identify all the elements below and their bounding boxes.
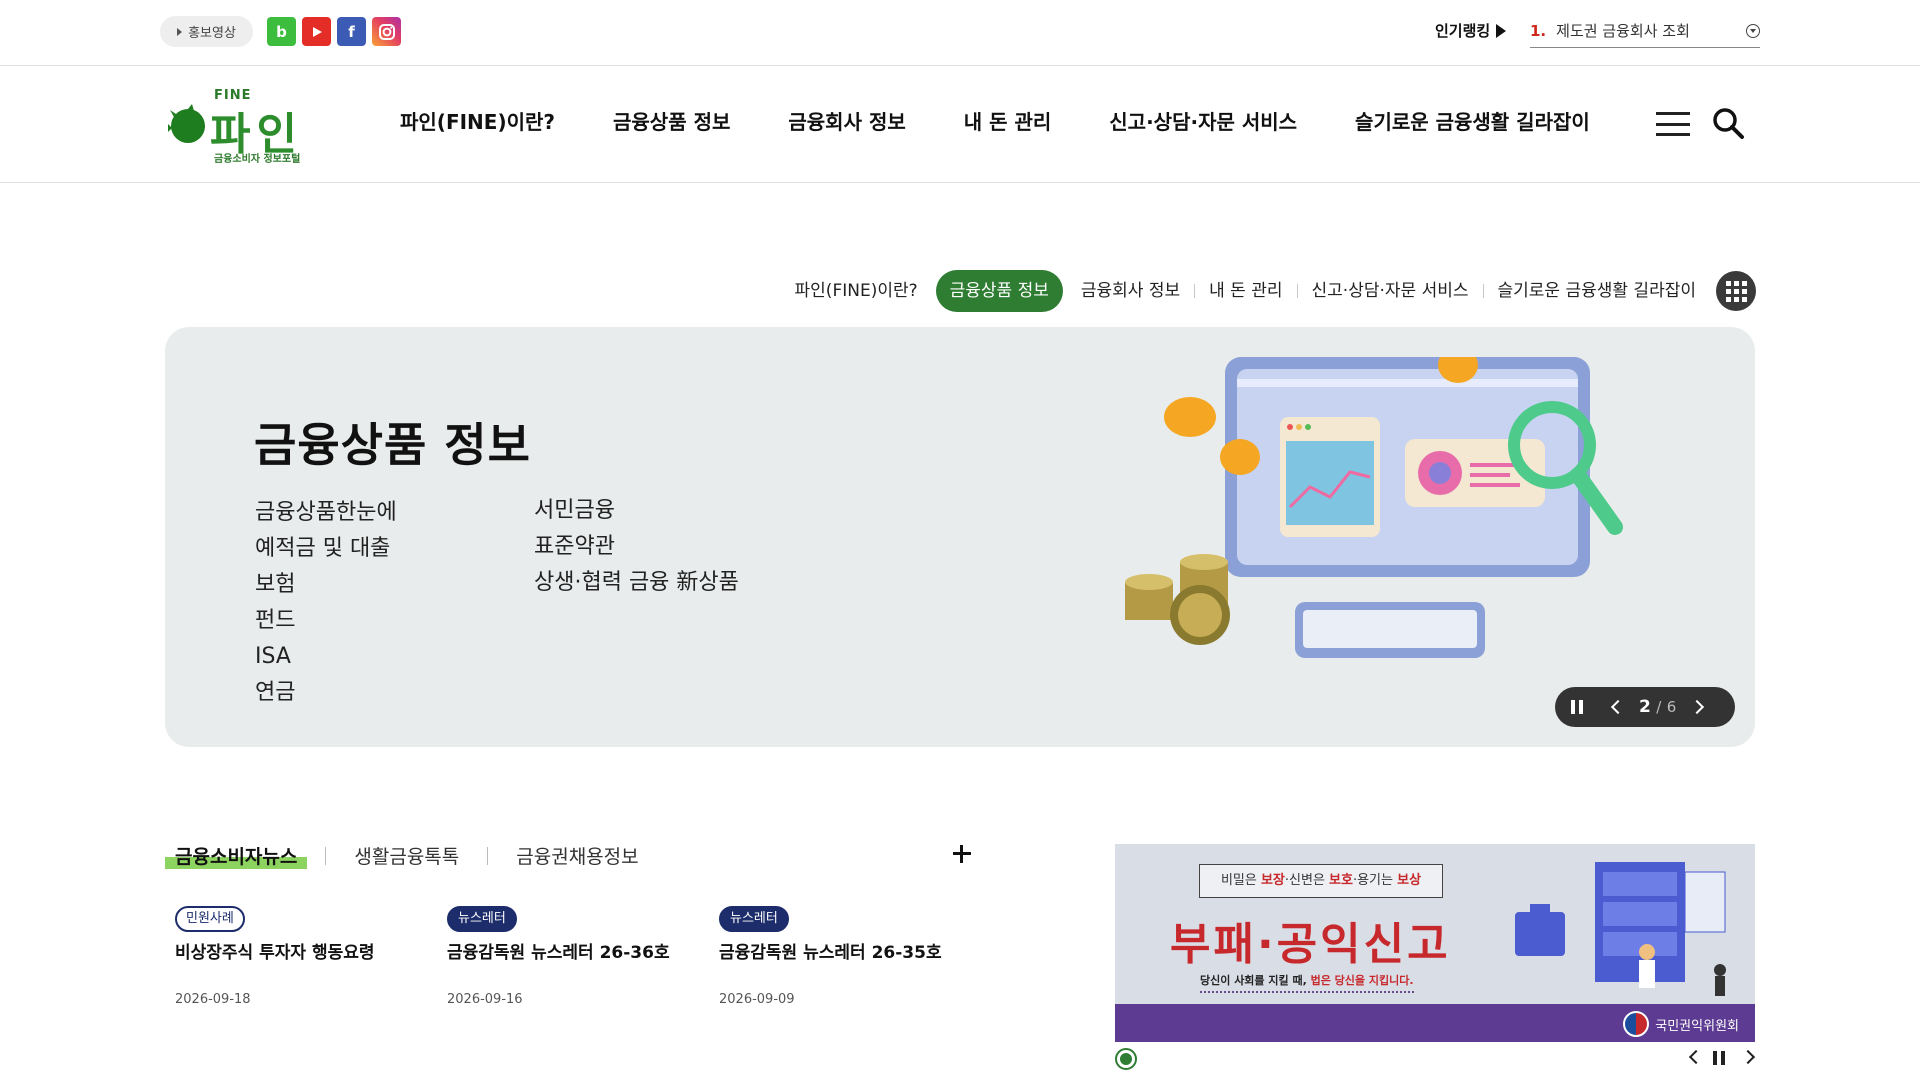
category-tabs: 파인(FINE)이란? 금융상품 정보 금융회사 정보 내 돈 관리 신고·상담… bbox=[781, 270, 1756, 312]
banner-controls bbox=[1115, 1046, 1756, 1070]
news-item[interactable]: 민원사례 비상장주식 투자자 행동요령 2026-09-18 bbox=[175, 906, 425, 1007]
news-title[interactable]: 금융감독원 뉴스레터 26-35호 bbox=[719, 938, 969, 963]
divider bbox=[325, 846, 327, 865]
hero-link[interactable]: 표준약관 bbox=[534, 529, 739, 565]
popular-ranking-ticker[interactable]: 1. 제도권 금융회사 조회 bbox=[1530, 14, 1760, 48]
slide-separator: / bbox=[1656, 698, 1662, 716]
nav-item-about-fine[interactable]: 파인(FINE)이란? bbox=[400, 106, 555, 135]
news-date: 2026-09-09 bbox=[719, 992, 795, 1007]
tab-consumer-news[interactable]: 금융소비자뉴스 bbox=[165, 842, 308, 869]
youtube-icon[interactable] bbox=[302, 17, 331, 46]
chevron-down-icon[interactable] bbox=[1746, 24, 1760, 38]
chevron-right-icon[interactable] bbox=[1690, 699, 1705, 715]
logo-mark-icon bbox=[168, 104, 205, 143]
hero-link[interactable]: 보험 bbox=[255, 567, 397, 603]
hero-links-col1: 금융상품한눈에 예적금 및 대출 보험 펀드 ISA 연금 bbox=[255, 495, 397, 711]
hero-link[interactable]: ISA bbox=[255, 639, 397, 675]
tab-about-fine[interactable]: 파인(FINE)이란? bbox=[781, 270, 932, 312]
banner-subtext: 당신이 사회를 지킬 때, 법은 당신을 지킵니다. bbox=[1200, 972, 1414, 993]
tab-financial-life-guide[interactable]: 슬기로운 금융생활 길라잡이 bbox=[1484, 270, 1711, 312]
quote-text: 비밀은 bbox=[1220, 873, 1261, 888]
nav-item-financial-products[interactable]: 금융상품 정보 bbox=[613, 106, 730, 135]
category-badge: 뉴스레터 bbox=[447, 906, 517, 932]
popular-ranking-label: 인기랭킹 bbox=[1435, 20, 1507, 41]
computer-coins-illustration bbox=[1125, 357, 1623, 658]
slide-current: 2 bbox=[1639, 697, 1651, 717]
news-item[interactable]: 뉴스레터 금융감독원 뉴스레터 26-35호 2026-09-09 bbox=[719, 906, 969, 1007]
government-emblem-icon bbox=[1623, 1011, 1650, 1037]
nav-item-report-consult[interactable]: 신고·상담·자문 서비스 bbox=[1109, 106, 1297, 135]
pause-icon[interactable] bbox=[1571, 700, 1583, 714]
subtext-part: 당신이 사회를 지킬 때, bbox=[1200, 974, 1311, 987]
tab-finance-jobs[interactable]: 금융권채용정보 bbox=[506, 842, 648, 869]
grid-menu-icon[interactable] bbox=[1716, 271, 1756, 311]
subtext-highlight: 법은 당신을 지킵니다. bbox=[1310, 974, 1414, 987]
banner-org: 국민권익위원회 bbox=[1623, 1011, 1739, 1037]
promo-video-label: 홍보영상 bbox=[188, 26, 236, 41]
news-tabs: 금융소비자뉴스 생활금융톡톡 금융권채용정보 bbox=[165, 842, 649, 869]
hero-banner: 금융상품 정보 금융상품한눈에 예적금 및 대출 보험 펀드 ISA 연금 서민… bbox=[165, 327, 1755, 747]
nav-item-my-money[interactable]: 내 돈 관리 bbox=[964, 106, 1052, 135]
global-nav: 파인(FINE)이란? 금융상품 정보 금융회사 정보 내 돈 관리 신고·상담… bbox=[400, 106, 1590, 135]
ranking-number: 1. bbox=[1530, 21, 1547, 40]
hero-link[interactable]: 서민금융 bbox=[534, 493, 739, 529]
main-header: FINE 파인 금융소비자 정보포털 파인(FINE)이란? 금융상품 정보 금… bbox=[0, 66, 1920, 183]
ranking-text[interactable]: 제도권 금융회사 조회 bbox=[1556, 20, 1690, 41]
hero-link[interactable]: 예적금 및 대출 bbox=[255, 531, 397, 567]
category-badge: 뉴스레터 bbox=[719, 906, 789, 932]
banner-dot-indicator[interactable] bbox=[1115, 1048, 1137, 1070]
search-icon[interactable] bbox=[1711, 106, 1745, 140]
site-logo[interactable]: FINE 파인 금융소비자 정보포털 bbox=[168, 88, 316, 165]
slide-total: 6 bbox=[1666, 698, 1677, 716]
plus-icon[interactable] bbox=[953, 845, 971, 863]
banner-headline: 부패·공익신고 bbox=[1170, 919, 1451, 970]
divider bbox=[487, 846, 489, 865]
tab-life-finance-talk[interactable]: 생활금융톡톡 bbox=[344, 842, 469, 869]
news-date: 2026-09-16 bbox=[447, 992, 523, 1007]
news-title[interactable]: 비상장주식 투자자 행동요령 bbox=[175, 938, 425, 963]
quote-text: ·신변은 bbox=[1284, 873, 1330, 888]
play-triangle-icon bbox=[1496, 23, 1507, 38]
pause-icon[interactable] bbox=[1713, 1051, 1725, 1065]
logo-subtitle: 금융소비자 정보포털 bbox=[214, 154, 301, 165]
org-name: 국민권익위원회 bbox=[1655, 1018, 1739, 1034]
slide-pager: 2 / 6 bbox=[1639, 697, 1676, 717]
hero-link[interactable]: 상생·협력 금융 新상품 bbox=[534, 565, 739, 601]
ranking-label-text: 인기랭킹 bbox=[1435, 22, 1491, 40]
chevron-left-icon[interactable] bbox=[1688, 1049, 1704, 1065]
news-title[interactable]: 금융감독원 뉴스레터 26-36호 bbox=[447, 938, 697, 963]
tab-my-money[interactable]: 내 돈 관리 bbox=[1195, 270, 1296, 312]
promo-video-button[interactable]: 홍보영상 bbox=[160, 16, 253, 47]
facebook-icon[interactable]: f bbox=[337, 17, 366, 46]
anti-corruption-banner[interactable]: 비밀은 보장·신변은 보호·용기는 보상 부패·공익신고 당신이 사회를 지킬 … bbox=[1115, 844, 1755, 1042]
tab-report-consult[interactable]: 신고·상담·자문 서비스 bbox=[1298, 270, 1483, 312]
hero-slide-controls: 2 / 6 bbox=[1555, 687, 1735, 727]
quote-text: ·용기는 bbox=[1352, 873, 1398, 888]
hero-title: 금융상품 정보 bbox=[254, 418, 531, 472]
quote-highlight: 보장 bbox=[1260, 873, 1285, 888]
play-triangle-icon bbox=[177, 27, 183, 36]
tab-financial-products[interactable]: 금융상품 정보 bbox=[935, 270, 1063, 312]
filing-cabinet-illustration bbox=[1515, 862, 1726, 996]
chevron-right-icon[interactable] bbox=[1740, 1049, 1756, 1065]
news-date: 2026-09-18 bbox=[175, 992, 251, 1007]
nav-item-financial-companies[interactable]: 금융회사 정보 bbox=[788, 106, 905, 135]
news-item[interactable]: 뉴스레터 금융감독원 뉴스레터 26-36호 2026-09-16 bbox=[447, 906, 697, 1007]
quote-highlight: 보호 bbox=[1329, 873, 1353, 888]
hero-links-col2: 서민금융 표준약관 상생·협력 금융 新상품 bbox=[534, 493, 739, 601]
blog-icon[interactable]: b bbox=[267, 17, 296, 46]
hero-link[interactable]: 펀드 bbox=[255, 603, 397, 639]
tab-financial-companies[interactable]: 금융회사 정보 bbox=[1067, 270, 1194, 312]
instagram-icon[interactable] bbox=[372, 17, 401, 46]
hero-link[interactable]: 연금 bbox=[255, 675, 397, 711]
nav-item-financial-life-guide[interactable]: 슬기로운 금융생활 길라잡이 bbox=[1355, 106, 1590, 135]
menu-icon[interactable] bbox=[1656, 112, 1690, 136]
quote-highlight: 보상 bbox=[1397, 873, 1422, 888]
utility-bar: 홍보영상 b f 인기랭킹 1. 제도권 금융회사 조회 bbox=[0, 0, 1920, 66]
hero-link[interactable]: 금융상품한눈에 bbox=[255, 495, 397, 531]
chevron-left-icon[interactable] bbox=[1610, 699, 1626, 715]
category-badge: 민원사례 bbox=[175, 906, 245, 932]
banner-quote: 비밀은 보장·신변은 보호·용기는 보상 bbox=[1199, 864, 1443, 898]
